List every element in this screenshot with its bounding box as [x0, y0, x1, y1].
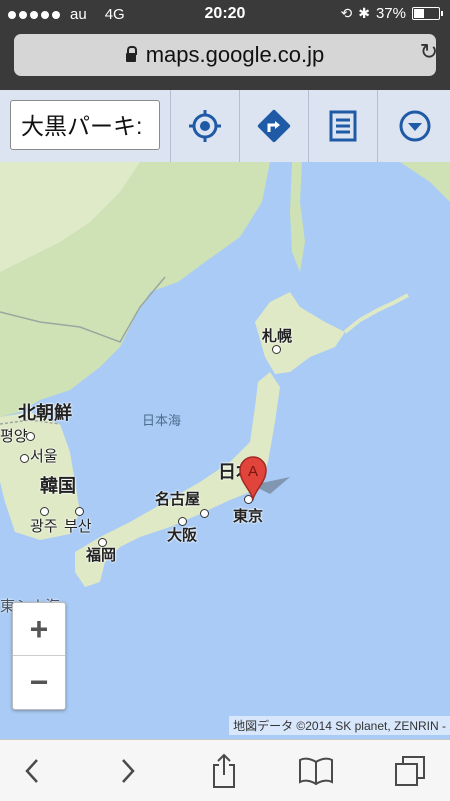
zoom-in-button[interactable]: + [13, 603, 65, 655]
share-button[interactable] [194, 740, 254, 801]
label-osaka: 大阪 [167, 527, 198, 544]
bluetooth-icon: ✱ [358, 5, 370, 21]
zoom-control: + − [12, 602, 66, 710]
city-dot-busan [75, 507, 84, 516]
list-icon [329, 110, 357, 142]
chevron-right-icon [122, 758, 135, 783]
chevron-left-icon [25, 758, 38, 783]
menu-dropdown-button[interactable] [377, 90, 450, 162]
city-dot-gwangju [40, 507, 49, 516]
share-icon [213, 753, 235, 788]
address-bar[interactable]: maps.google.co.jp [14, 34, 436, 76]
marker-label: A [248, 463, 258, 480]
browser-address-area: maps.google.co.jp ↻ [0, 30, 450, 90]
label-tokyo: 東京 [233, 508, 264, 525]
city-dot-fukuoka [98, 538, 107, 547]
zoom-out-button[interactable]: − [13, 656, 65, 708]
label-sapporo: 札幌 [262, 328, 293, 345]
battery-percent: 37% [375, 5, 406, 22]
city-dot-osaka [178, 517, 187, 526]
bookmarks-button[interactable] [286, 740, 346, 801]
reload-icon[interactable]: ↻ [420, 39, 438, 65]
city-dot-pyongyang [26, 432, 35, 441]
map-attribution: 地図データ ©2014 SK planet, ZENRIN - [229, 716, 450, 735]
label-fukuoka: 福岡 [86, 547, 117, 564]
label-north-korea: 北朝鮮 [18, 403, 72, 423]
forward-button[interactable] [98, 740, 158, 801]
directions-button[interactable] [239, 90, 308, 162]
map-canvas [0, 162, 450, 684]
tabs-icon [395, 755, 425, 786]
chevron-down-icon [399, 110, 430, 142]
lock-icon [125, 45, 137, 62]
book-icon [299, 757, 333, 785]
map-view[interactable]: 北朝鮮 평양 서울 韓国 광주 부산 福岡 東シナ海 日本海 札幌 日本 名古屋… [0, 162, 450, 739]
label-busan: 부산 [64, 518, 92, 535]
location-marker-icon[interactable]: A [236, 455, 270, 501]
city-dot-seoul [20, 454, 29, 463]
label-seoul: 서울 [30, 448, 58, 465]
city-dot-sapporo [272, 345, 281, 354]
directions-icon [257, 109, 291, 143]
label-gwangju: 광주 [30, 518, 58, 535]
url-text: maps.google.co.jp [145, 42, 325, 67]
status-bar: au 4G 20:20 ⟲ ✱ 37% [0, 0, 450, 30]
search-input[interactable]: 大黒パーキ: [10, 100, 160, 150]
tabs-button[interactable] [380, 740, 440, 801]
label-sea-of-japan: 日本海 [142, 413, 182, 428]
label-nagoya: 名古屋 [155, 491, 201, 508]
list-button[interactable] [308, 90, 377, 162]
label-pyongyang: 평양 [0, 428, 28, 445]
battery-icon [412, 7, 443, 20]
crosshair-icon [189, 110, 221, 142]
browser-bottom-bar [0, 739, 450, 801]
rotation-lock-icon: ⟲ [340, 5, 353, 21]
maps-toolbar: 大黒パーキ: [0, 90, 450, 163]
label-korea: 韓国 [40, 476, 76, 496]
city-dot-nagoya [200, 509, 209, 518]
back-button[interactable] [2, 740, 62, 801]
my-location-button[interactable] [170, 90, 239, 162]
